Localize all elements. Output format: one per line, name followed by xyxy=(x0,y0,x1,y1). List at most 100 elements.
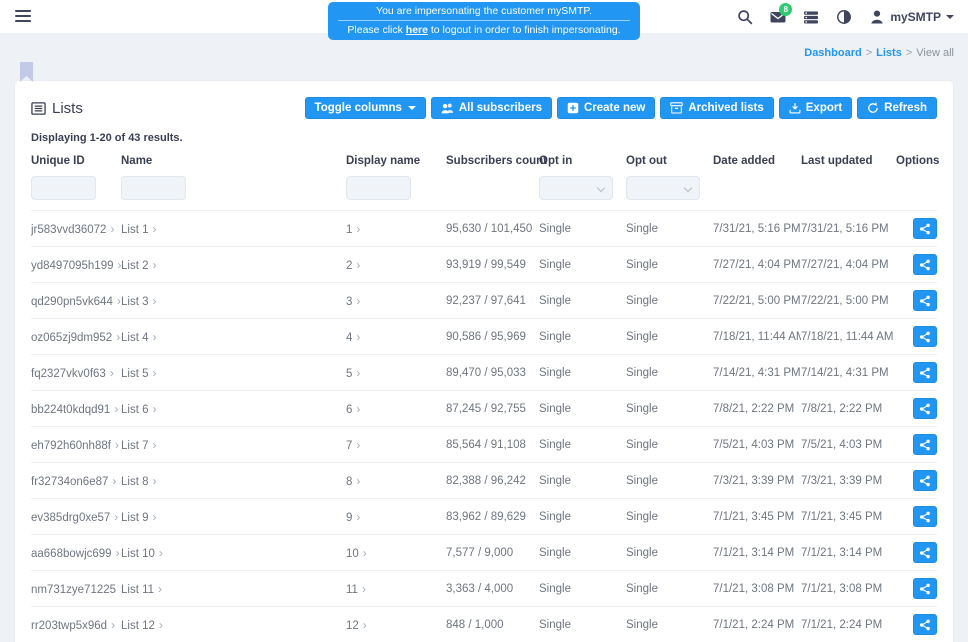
logout-link[interactable]: here xyxy=(406,24,428,36)
last-updated-value: 7/18/21, 11:44 AM xyxy=(801,319,896,355)
list-name-link[interactable]: List 9› xyxy=(121,512,157,524)
user-icon xyxy=(869,9,885,25)
col-header-last-updated[interactable]: Last updated xyxy=(801,147,896,176)
display-name-link[interactable]: 1› xyxy=(346,224,360,236)
unique-id-link[interactable]: bb224t0kdqd91› xyxy=(31,404,118,416)
list-name-link[interactable]: List 10› xyxy=(121,548,163,560)
bookmark-ribbon-icon[interactable] xyxy=(20,62,33,82)
server-icon[interactable] xyxy=(803,9,819,25)
options-button[interactable] xyxy=(913,434,937,455)
unique-id-link[interactable]: ev385drg0xe57› xyxy=(31,512,118,524)
list-name-link[interactable]: List 5› xyxy=(121,368,157,380)
unique-id-link[interactable]: fq2327vkv0f63› xyxy=(31,368,114,380)
col-header-unique-id[interactable]: Unique ID xyxy=(31,147,121,176)
banner-line2-prefix: Please click xyxy=(347,24,405,36)
display-name-link[interactable]: 7› xyxy=(346,440,360,452)
unique-id-link[interactable]: jr583vvd36072› xyxy=(31,224,114,236)
menu-icon[interactable] xyxy=(15,10,31,25)
unique-id-link[interactable]: eh792h60nh88f› xyxy=(31,440,119,452)
options-button[interactable] xyxy=(913,614,937,635)
share-icon xyxy=(919,439,931,451)
options-button[interactable] xyxy=(913,254,937,275)
subscribers-count-value: 89,470 / 95,033 xyxy=(446,355,539,391)
list-name-link[interactable]: List 8› xyxy=(121,476,157,488)
breadcrumb-dashboard[interactable]: Dashboard xyxy=(804,47,861,59)
col-header-name[interactable]: Name xyxy=(121,147,346,176)
list-name-link[interactable]: List 1› xyxy=(121,224,157,236)
options-button[interactable] xyxy=(913,578,937,599)
display-name-link[interactable]: 2› xyxy=(346,260,360,272)
contrast-icon[interactable] xyxy=(836,9,852,25)
options-button[interactable] xyxy=(913,506,937,527)
list-name-link[interactable]: List 3› xyxy=(121,296,157,308)
list-name-link[interactable]: List 4› xyxy=(121,332,157,344)
export-button[interactable]: Export xyxy=(779,97,852,119)
display-name-link[interactable]: 3› xyxy=(346,296,360,308)
display-name-link[interactable]: 10› xyxy=(346,548,367,560)
display-name-link[interactable]: 9› xyxy=(346,512,360,524)
col-header-opt-in[interactable]: Opt in xyxy=(539,147,626,176)
col-header-date-added[interactable]: Date added xyxy=(713,147,801,176)
options-button[interactable] xyxy=(913,326,937,347)
display-name-link[interactable]: 11› xyxy=(346,584,366,596)
list-name-link[interactable]: List 2› xyxy=(121,260,157,272)
table-row: yd8497095h199› List 2› 2› 93,919 / 99,54… xyxy=(31,247,937,283)
col-header-subscribers-count[interactable]: Subscribers count xyxy=(446,147,539,176)
options-button[interactable] xyxy=(913,470,937,491)
export-label: Export xyxy=(806,102,842,114)
opt-in-filter-select[interactable] xyxy=(539,176,613,200)
options-button[interactable] xyxy=(913,362,937,383)
all-subscribers-button[interactable]: All subscribers xyxy=(431,97,552,119)
share-icon xyxy=(919,475,931,487)
unique-id-link[interactable]: oz065zj9dm952› xyxy=(31,332,120,344)
table-row: aa668bowjc699› List 10› 10› 7,577 / 9,00… xyxy=(31,535,937,571)
archived-lists-button[interactable]: Archived lists xyxy=(660,97,773,119)
filter-row xyxy=(31,176,937,211)
opt-in-value: Single xyxy=(539,499,626,535)
display-name-link[interactable]: 4› xyxy=(346,332,360,344)
chevron-right-icon: › xyxy=(356,366,360,380)
unique-id-link[interactable]: rr203twp5x96d› xyxy=(31,620,115,632)
unique-id-filter-input[interactable] xyxy=(31,176,96,200)
unique-id-link[interactable]: qd290pn5vk644› xyxy=(31,296,121,308)
display-name-link[interactable]: 5› xyxy=(346,368,360,380)
chevron-right-icon: › xyxy=(110,222,114,236)
unique-id-link[interactable]: fr32734on6e87› xyxy=(31,476,116,488)
user-menu[interactable]: mySMTP xyxy=(869,9,954,25)
mail-icon[interactable]: 8 xyxy=(770,9,786,25)
col-header-display-name[interactable]: Display name xyxy=(346,147,446,176)
options-button[interactable] xyxy=(913,398,937,419)
list-name-link[interactable]: List 6› xyxy=(121,404,157,416)
subscribers-count-value: 848 / 1,000 xyxy=(446,607,539,642)
opt-in-value: Single xyxy=(539,319,626,355)
col-header-opt-out[interactable]: Opt out xyxy=(626,147,713,176)
display-name-filter-input[interactable] xyxy=(346,176,411,200)
list-name-link[interactable]: List 12› xyxy=(121,620,163,632)
create-new-button[interactable]: Create new xyxy=(557,97,655,119)
table-row: fq2327vkv0f63› List 5› 5› 89,470 / 95,03… xyxy=(31,355,937,391)
refresh-label: Refresh xyxy=(884,102,927,114)
name-filter-input[interactable] xyxy=(121,176,186,200)
unique-id-link[interactable]: nm731zye71225› xyxy=(31,584,121,596)
display-name-link[interactable]: 6› xyxy=(346,404,360,416)
display-name-link[interactable]: 8› xyxy=(346,476,360,488)
opt-out-filter-select[interactable] xyxy=(626,176,700,200)
opt-out-value: Single xyxy=(626,463,713,499)
banner-line2: Please click here to logout in order to … xyxy=(347,24,620,36)
unique-id-link[interactable]: yd8497095h199› xyxy=(31,260,121,272)
chevron-right-icon: › xyxy=(159,618,163,632)
toggle-columns-button[interactable]: Toggle columns xyxy=(305,97,426,119)
options-button[interactable] xyxy=(913,218,937,239)
breadcrumb-lists[interactable]: Lists xyxy=(876,47,902,59)
chevron-right-icon: › xyxy=(115,438,119,452)
options-button[interactable] xyxy=(913,542,937,563)
refresh-button[interactable]: Refresh xyxy=(857,97,937,119)
search-icon[interactable] xyxy=(737,9,753,25)
unique-id-link[interactable]: aa668bowjc699› xyxy=(31,548,120,560)
lists-table: Unique ID Name Display name Subscribers … xyxy=(31,147,937,642)
list-name-link[interactable]: List 7› xyxy=(121,440,157,452)
last-updated-value: 7/22/21, 5:00 PM xyxy=(801,283,896,319)
options-button[interactable] xyxy=(913,290,937,311)
list-name-link[interactable]: List 11› xyxy=(121,584,162,596)
display-name-link[interactable]: 12› xyxy=(346,620,367,632)
